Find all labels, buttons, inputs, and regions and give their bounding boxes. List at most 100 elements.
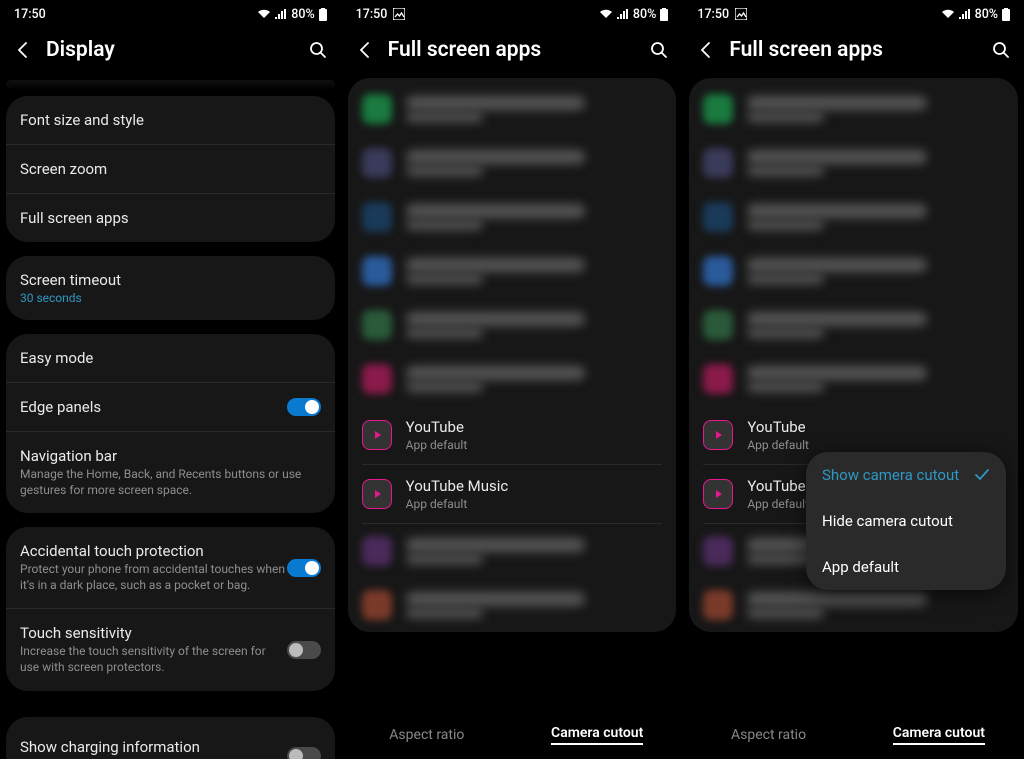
app-icon bbox=[362, 364, 392, 394]
setting-title: Screen zoom bbox=[20, 160, 321, 178]
app-name: Wordscapes Forever bbox=[406, 312, 586, 326]
setting-easy-mode[interactable]: Easy mode bbox=[6, 334, 335, 383]
app-row[interactable]: WhatsAppApp default bbox=[689, 82, 1018, 136]
app-icon bbox=[362, 590, 392, 620]
pane-fullscreen-apps-menu: 17:50 80% Full screen apps WhatsAppApp d… bbox=[683, 0, 1024, 759]
app-icon bbox=[362, 94, 392, 124]
chevron-left-icon bbox=[697, 41, 715, 59]
setting-show-charging-information[interactable]: Show charging information Show battery l… bbox=[6, 723, 335, 759]
setting-title: Accidental touch protection bbox=[20, 542, 287, 560]
tab-aspect-ratio[interactable]: Aspect ratio bbox=[342, 711, 512, 759]
app-sub: App default bbox=[406, 497, 663, 511]
app-name: Wikipedia Beta bbox=[747, 150, 927, 164]
app-row[interactable]: WhatsAppApp default bbox=[348, 82, 677, 136]
app-icon bbox=[362, 536, 392, 566]
app-sub: App default bbox=[747, 328, 824, 338]
app-name: Zapp Life bbox=[406, 592, 586, 606]
youtube-icon bbox=[703, 479, 733, 509]
app-sub: App default bbox=[406, 220, 483, 230]
app-name: Twitch bbox=[747, 366, 927, 380]
app-list[interactable]: WhatsAppApp defaultWikipedia BetaApp def… bbox=[348, 78, 677, 632]
settings-group: Screen timeout 30 seconds bbox=[6, 256, 335, 320]
app-sub: App default bbox=[406, 274, 483, 284]
setting-accidental-touch-protection[interactable]: Accidental touch protection Protect your … bbox=[6, 527, 335, 609]
app-sub: App default bbox=[406, 608, 483, 618]
app-sub: App default bbox=[406, 328, 483, 338]
app-sub: App default bbox=[406, 554, 483, 564]
setting-title: Font size and style bbox=[20, 111, 321, 129]
status-battery-pct: 80% bbox=[633, 7, 656, 22]
setting-value: 30 seconds bbox=[20, 291, 321, 305]
tab-camera-cutout[interactable]: Camera cutout bbox=[854, 711, 1024, 759]
bottom-tabs: Aspect ratio Camera cutout bbox=[342, 711, 683, 759]
app-icon bbox=[703, 148, 733, 178]
back-button[interactable] bbox=[12, 39, 34, 61]
back-button[interactable] bbox=[354, 39, 376, 61]
search-button[interactable] bbox=[648, 39, 670, 61]
page-title: Full screen apps bbox=[729, 38, 990, 62]
app-row[interactable]: Wordscapes ForeverApp default bbox=[689, 298, 1018, 352]
header: Full screen apps bbox=[683, 28, 1024, 80]
app-sub: App default bbox=[747, 382, 824, 392]
menu-hide-camera-cutout[interactable]: Hide camera cutout bbox=[806, 498, 1006, 544]
back-button[interactable] bbox=[695, 39, 717, 61]
app-sub: App default bbox=[747, 274, 824, 284]
toggle-switch[interactable] bbox=[287, 747, 321, 759]
app-row[interactable]: TwitchApp default bbox=[348, 352, 677, 406]
app-row[interactable]: ZedgeApp default bbox=[348, 524, 677, 578]
search-button[interactable] bbox=[990, 39, 1012, 61]
page-title: Display bbox=[46, 38, 307, 62]
page-title: Full screen apps bbox=[388, 38, 649, 62]
app-row[interactable]: Zapp Life App default bbox=[348, 578, 677, 632]
search-icon bbox=[309, 41, 327, 59]
app-name: Twitch bbox=[406, 366, 586, 380]
app-row[interactable]: Wikipedia Beta App default bbox=[689, 136, 1018, 190]
header: Full screen apps bbox=[342, 28, 683, 80]
app-row[interactable]: Twitch App default bbox=[689, 352, 1018, 406]
app-name: YouTube bbox=[747, 418, 1004, 436]
setting-screen-zoom[interactable]: Screen zoom bbox=[6, 145, 335, 194]
toggle-switch[interactable] bbox=[287, 398, 321, 416]
menu-item-label: Show camera cutout bbox=[822, 466, 959, 484]
app-sub: App default bbox=[406, 112, 483, 122]
setting-title: Screen timeout bbox=[20, 271, 321, 289]
app-name: WhatsApp bbox=[747, 96, 927, 110]
app-icon bbox=[703, 536, 733, 566]
setting-sub: Protect your phone from accidental touch… bbox=[20, 562, 287, 593]
app-row[interactable]: WonderlandApp default bbox=[348, 244, 677, 298]
tab-camera-cutout[interactable]: Camera cutout bbox=[512, 711, 682, 759]
app-row[interactable]: YouTube MusicApp default bbox=[348, 465, 677, 523]
status-bar: 17:50 80% bbox=[0, 0, 341, 28]
menu-show-camera-cutout[interactable]: Show camera cutout bbox=[806, 452, 1006, 498]
setting-edge-panels[interactable]: Edge panels bbox=[6, 383, 335, 432]
youtube-icon bbox=[362, 420, 392, 450]
setting-full-screen-apps[interactable]: Full screen apps bbox=[6, 194, 335, 242]
setting-navigation-bar[interactable]: Navigation barManage the Home, Back, and… bbox=[6, 432, 335, 513]
app-row[interactable]: Wordscapes Forever App default bbox=[348, 298, 677, 352]
status-bar: 17:50 80% bbox=[683, 0, 1024, 28]
battery-icon bbox=[1002, 8, 1010, 21]
search-button[interactable] bbox=[307, 39, 329, 61]
app-row[interactable]: YouTubeApp default bbox=[348, 406, 677, 464]
menu-app-default[interactable]: App default bbox=[806, 544, 1006, 590]
setting-title: Show charging information bbox=[20, 738, 287, 756]
toggle-switch[interactable] bbox=[287, 641, 321, 659]
wifi-icon bbox=[941, 9, 955, 19]
status-time: 17:50 bbox=[356, 7, 388, 22]
app-row[interactable]: WonderlandApp default bbox=[689, 244, 1018, 298]
app-icon bbox=[362, 256, 392, 286]
tab-aspect-ratio[interactable]: Aspect ratio bbox=[683, 711, 853, 759]
app-icon bbox=[362, 148, 392, 178]
battery-icon bbox=[660, 8, 668, 21]
app-row[interactable]: Wikipedia BetaApp default bbox=[348, 136, 677, 190]
setting-touch-sensitivity[interactable]: Touch sensitivityIncrease the touch sens… bbox=[6, 609, 335, 690]
setting-font-size-and-style[interactable]: Font size and style bbox=[6, 96, 335, 145]
app-row[interactable]: WindscribeApp default bbox=[689, 190, 1018, 244]
signal-icon bbox=[275, 9, 287, 19]
setting-screen-timeout[interactable]: Screen timeout 30 seconds bbox=[6, 256, 335, 320]
app-row[interactable]: WindscribeApp default bbox=[348, 190, 677, 244]
menu-item-label: App default bbox=[822, 558, 899, 576]
toggle-switch[interactable] bbox=[287, 559, 321, 577]
app-sub: App default bbox=[747, 166, 824, 176]
setting-sub: Increase the touch sensitivity of the sc… bbox=[20, 644, 287, 675]
